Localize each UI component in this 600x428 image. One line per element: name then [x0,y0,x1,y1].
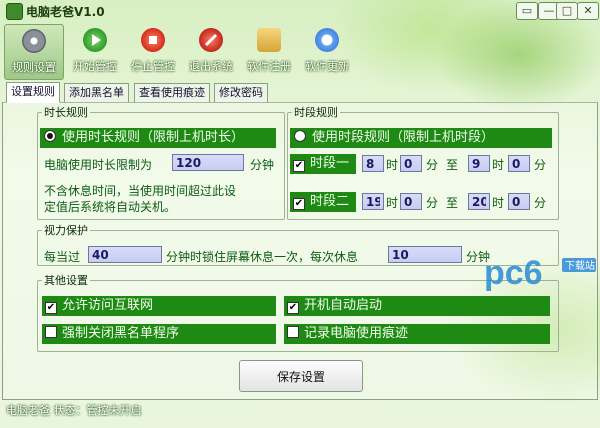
record-usage-checkbox[interactable]: 记录电脑使用痕迹 [284,324,550,344]
period-rule-radio[interactable]: 使用时段规则（限制上机时段） [290,128,552,148]
window-title: 电脑老爸V1.0 [26,5,105,19]
segment-1-end-hour[interactable] [468,155,490,172]
eye-mid-label: 分钟时锁住屏幕休息一次，每次休息 [166,250,359,264]
radio-label: 使用时段规则（限制上机时段） [312,130,495,145]
checkbox-icon [287,326,299,338]
gear-icon [22,29,46,53]
coins-icon [257,28,281,52]
exit-icon [199,28,223,52]
main-toolbar: 规则设置 开始管控 停止管控 退出系统 软件注册 软件更新 [2,24,598,80]
watermark-tag: 下载站 [565,259,595,272]
segment-2-end-hour[interactable] [468,193,490,210]
period-rule-group: 时段规则 使用时段规则（限制上机时段） ✔时段一 时 分 至 时 分 ✔时段二 … [287,104,559,220]
radio-icon [294,130,306,142]
checkbox-label: 强制关闭黑名单程序 [62,326,180,341]
checkbox-label: 时段二 [310,194,350,209]
checkbox-label: 允许访问互联网 [62,298,154,313]
app-window: 电脑老爸V1.0 ▭ — □ ✕ 规则设置 开始管控 停止管控 退出系统 软件注… [0,0,600,428]
save-settings-button[interactable]: 保存设置 [239,360,363,392]
pc6-watermark: pc6 下载站 [484,254,596,292]
unit-label: 分钟 [250,158,275,172]
tool-label: 软件更新 [305,60,349,73]
unit-label: 时 [386,196,399,210]
tab-change-password[interactable]: 修改密码 [214,83,268,102]
segment-1-checkbox[interactable]: ✔ 时段一 [290,154,356,174]
rules-settings-button[interactable]: 规则设置 [4,24,64,80]
checkbox-icon: ✔ [45,302,57,314]
software-register-button[interactable]: 软件注册 [240,24,298,78]
limit-label: 电脑使用时长限制为 [44,158,153,172]
group-legend: 视力保护 [44,224,88,237]
checkbox-icon [45,326,57,338]
watermark-logo: pc6 [484,254,543,292]
duration-note: 不含休息时间，当使用时间超过此设 [44,184,237,198]
status-bar: 电脑老爸 状态：管控未开启 [6,404,142,417]
to-label: 至 [446,196,459,210]
segment-2-start-minute[interactable] [400,193,422,210]
unit-label: 分 [534,196,547,210]
to-label: 至 [446,158,459,172]
checkbox-label: 开机自动启动 [304,298,383,313]
stop-control-button[interactable]: 停止管控 [124,24,182,78]
tab-rules[interactable]: 设置规则 [6,82,60,103]
group-legend: 其他设置 [44,274,88,287]
unit-label: 分 [534,158,547,172]
lock-interval-input[interactable] [88,246,162,263]
auto-start-checkbox[interactable]: ✔ 开机自动启动 [284,296,550,316]
tool-label: 开始管控 [73,60,117,73]
exit-system-button[interactable]: 退出系统 [182,24,240,78]
app-icon [6,3,23,20]
radio-icon [44,130,56,142]
duration-rule-radio[interactable]: 使用时长规则（限制上机时长） [40,128,276,148]
force-close-blacklist-checkbox[interactable]: 强制关闭黑名单程序 [42,324,276,344]
start-control-button[interactable]: 开始管控 [66,24,124,78]
checkbox-icon: ✔ [293,160,305,172]
allow-internet-checkbox[interactable]: ✔ 允许访问互联网 [42,296,276,316]
segment-2-start-hour[interactable] [362,193,384,210]
unit-label: 时 [492,158,505,172]
refresh-icon [315,28,339,52]
close-button[interactable]: ✕ [577,2,599,20]
maximize-button[interactable]: □ [556,2,578,20]
unit-label: 时 [492,196,505,210]
duration-rule-group: 时长规则 使用时长规则（限制上机时长） 电脑使用时长限制为 分钟 不含休息时间，… [37,104,285,220]
tool-label: 规则设置 [12,61,56,74]
tool-label: 软件注册 [247,60,291,73]
group-legend: 时段规则 [294,106,338,119]
group-legend: 时长规则 [44,106,88,119]
checkbox-label: 时段一 [310,156,350,171]
play-icon [83,28,107,52]
segment-2-end-minute[interactable] [508,193,530,210]
skin-button[interactable]: ▭ [516,2,538,20]
unit-label: 时 [386,158,399,172]
rest-duration-input[interactable] [388,246,462,263]
tab-blacklist[interactable]: 添加黑名单 [64,83,129,102]
duration-note: 定值后系统将自动关机。 [44,200,177,214]
eye-prefix-label: 每当过 [44,250,81,264]
segment-1-start-minute[interactable] [400,155,422,172]
duration-limit-input[interactable] [172,154,244,171]
checkbox-icon: ✔ [293,198,305,210]
checkbox-label: 记录电脑使用痕迹 [304,326,409,341]
segment-1-start-hour[interactable] [362,155,384,172]
radio-label: 使用时长规则（限制上机时长） [62,130,245,145]
tab-strip: 设置规则 添加黑名单 查看使用痕迹 修改密码 [2,82,598,103]
software-update-button[interactable]: 软件更新 [298,24,356,78]
title-bar: 电脑老爸V1.0 ▭ — □ ✕ [0,0,600,22]
unit-label: 分 [426,196,439,210]
unit-label: 分 [426,158,439,172]
tool-label: 退出系统 [189,60,233,73]
tab-usage-trace[interactable]: 查看使用痕迹 [134,83,210,102]
segment-1-end-minute[interactable] [508,155,530,172]
stop-icon [141,28,165,52]
tool-label: 停止管控 [131,60,175,73]
segment-2-checkbox[interactable]: ✔ 时段二 [290,192,356,212]
checkbox-icon: ✔ [287,302,299,314]
